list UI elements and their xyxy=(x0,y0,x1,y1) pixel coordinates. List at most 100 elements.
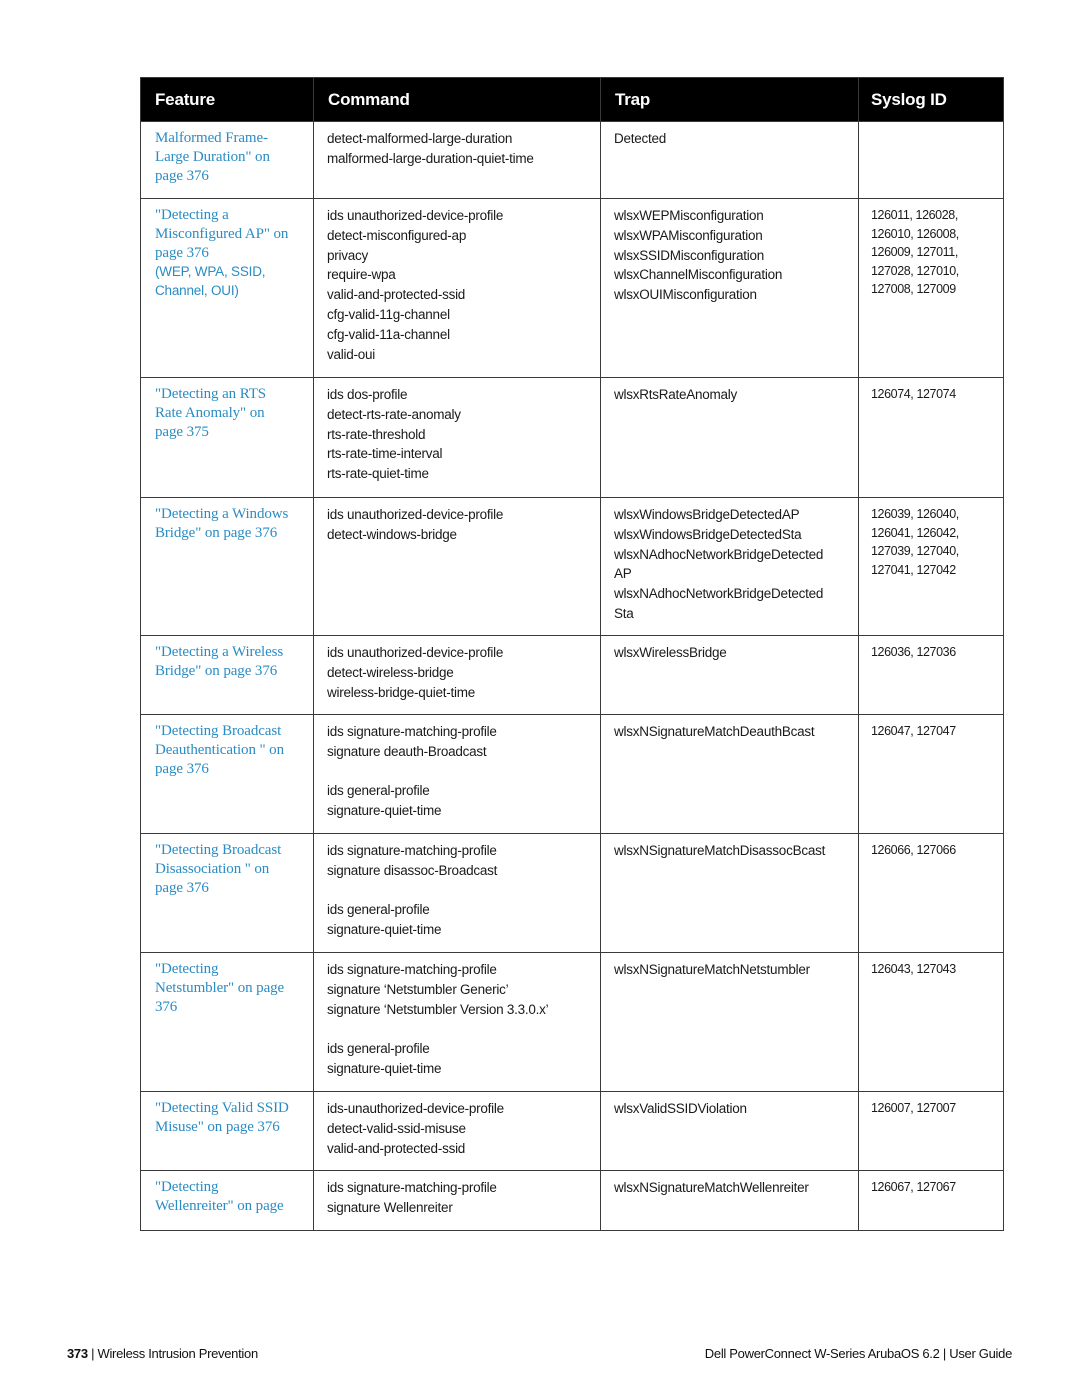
feature-cell: "Detecting a Windows Bridge" on page 376 xyxy=(140,497,314,636)
feature-link[interactable]: "Detecting a Wireless Bridge" on page 376 xyxy=(155,643,307,681)
command-cell: ids signature-matching-profile signature … xyxy=(313,952,601,1092)
feature-link-line: Bridge" on page 376 xyxy=(155,662,278,679)
wip-feature-table: Feature Command Trap Syslog ID Malformed… xyxy=(140,77,1004,1231)
command-line: signature Wellenreiter xyxy=(327,1199,453,1215)
trap-name: wlsxWindowsBridgeDetectedSta xyxy=(614,526,802,542)
trap-cell: wlsxValidSSIDViolation xyxy=(600,1091,859,1171)
feature-link-line: "Detecting an RTS xyxy=(155,386,266,402)
section-title: Wireless Intrusion Prevention xyxy=(97,1346,259,1361)
header-trap: Trap xyxy=(600,77,859,122)
header-syslog-id: Syslog ID xyxy=(858,77,1004,122)
feature-link-line: "Detecting Broadcast xyxy=(155,723,282,739)
command-line xyxy=(327,1019,588,1039)
command-line: signature deauth-Broadcast xyxy=(327,743,487,759)
command-line: valid-and-protected-ssid xyxy=(327,287,466,303)
table-row: "Detecting Wellenreiter" on page ids signa… xyxy=(140,1170,1004,1231)
feature-cell: "Detecting Broadcast Deauthentication " o… xyxy=(140,714,314,834)
feature-cell: Malformed Frame- Large Duration" on page 3… xyxy=(140,121,314,199)
trap-name: wlsxRtsRateAnomaly xyxy=(614,387,738,402)
command-line: privacy xyxy=(327,247,369,263)
trap-cell: wlsxRtsRateAnomaly xyxy=(600,377,859,498)
feature-link-line: "Detecting a Windows xyxy=(155,506,289,522)
command-line: rts-rate-threshold xyxy=(327,426,426,442)
command-line: require-wpa xyxy=(327,267,396,283)
feature-link-line: page 376 xyxy=(155,760,209,777)
command-line: ids signature-matching-profile xyxy=(327,724,497,739)
command-line: ids unauthorized-device-profile xyxy=(327,645,504,660)
syslog-ids: 126043, 127043 xyxy=(871,962,956,976)
feature-link-line: "Detecting Broadcast xyxy=(155,842,282,858)
table-row: "Detecting Broadcast Deauthentication " o… xyxy=(140,714,1004,834)
table-row: "Detecting Netstumbler" on page 376 ids sig… xyxy=(140,952,1004,1092)
feature-cell: "Detecting Broadcast Disassociation " on p… xyxy=(140,833,314,953)
feature-cell: "Detecting a Misconfigured AP" on page 376… xyxy=(140,198,314,378)
feature-link-line: Bridge" on page 376 xyxy=(155,524,278,541)
trap-name: wlsxNSignatureMatchDeauthBcast xyxy=(614,724,815,739)
feature-link-line: "Detecting a Wireless xyxy=(155,644,284,660)
feature-link[interactable]: "Detecting Wellenreiter" on page xyxy=(155,1178,307,1216)
command-line: signature disassoc-Broadcast xyxy=(327,862,498,878)
syslog-cell: 126074, 127074 xyxy=(858,377,1004,498)
command-line: ids-unauthorized-device-profile xyxy=(327,1101,504,1116)
feature-link-line: Disassociation " on xyxy=(155,860,270,877)
syslog-cell: 126067, 127067 xyxy=(858,1170,1004,1231)
feature-link-line: "Detecting xyxy=(155,961,219,977)
command-line: valid-and-protected-ssid xyxy=(327,1140,466,1156)
syslog-ids: 126036, 127036 xyxy=(871,645,956,659)
command-line: ids signature-matching-profile xyxy=(327,1180,497,1195)
command-line: detect-wireless-bridge xyxy=(327,664,454,680)
feature-link-line: "Detecting a xyxy=(155,207,229,223)
command-line: detect-malformed-large-duration xyxy=(327,131,513,146)
feature-link[interactable]: "Detecting Broadcast Deauthentication " o… xyxy=(155,722,307,778)
command-line: signature ‘Netstumbler Version 3.3.0.x’ xyxy=(327,1001,549,1017)
trap-name: wlsxNSignatureMatchWellenreiter xyxy=(614,1180,809,1195)
command-line xyxy=(327,881,588,901)
feature-link[interactable]: "Detecting Broadcast Disassociation " on p… xyxy=(155,841,307,897)
command-line: rts-rate-quiet-time xyxy=(327,466,429,482)
command-line: signature-quiet-time xyxy=(327,1060,442,1076)
command-line: detect-rts-rate-anomaly xyxy=(327,406,461,422)
trap-name: wlsxOUIMisconfiguration xyxy=(614,287,757,303)
command-cell: ids unauthorized-device-profile detect-wi… xyxy=(313,635,601,715)
trap-cell: wlsxWEPMisconfiguration wlsxWPAMisconfigu… xyxy=(600,198,859,378)
trap-name: AP xyxy=(614,566,632,582)
command-cell: ids unauthorized-device-profile detect-wi… xyxy=(313,497,601,636)
syslog-ids: 126009, 127011, xyxy=(871,245,958,260)
feature-link-line: Large Duration" on xyxy=(155,148,270,165)
syslog-ids: 126007, 127007 xyxy=(871,1101,956,1115)
command-line: signature-quiet-time xyxy=(327,803,442,819)
syslog-cell: 126011, 126028, 126010, 126008, 126009, 12… xyxy=(858,198,1004,378)
feature-link[interactable]: "Detecting an RTS Rate Anomaly" on page 37… xyxy=(155,385,307,441)
feature-link-line: "Detecting Valid SSID xyxy=(155,1100,289,1116)
command-line: signature ‘Netstumbler Generic’ xyxy=(327,981,509,997)
trap-name: wlsxWEPMisconfiguration xyxy=(614,208,764,223)
feature-link[interactable]: "Detecting Netstumbler" on page 376 xyxy=(155,960,307,1016)
feature-link[interactable]: "Detecting Valid SSID Misuse" on page 376 xyxy=(155,1099,307,1137)
feature-link[interactable]: "Detecting a Misconfigured AP" on page 376… xyxy=(155,206,307,300)
feature-link-line: page 375 xyxy=(155,423,209,440)
syslog-cell: 126047, 127047 xyxy=(858,714,1004,834)
table-header-row: Feature Command Trap Syslog ID xyxy=(140,77,1004,122)
feature-link[interactable]: "Detecting a Windows Bridge" on page 376 xyxy=(155,505,307,543)
page-number: 373 xyxy=(67,1346,88,1361)
trap-cell: wlsxWirelessBridge xyxy=(600,635,859,715)
command-line: cfg-valid-11a-channel xyxy=(327,326,450,342)
syslog-cell: 126036, 127036 xyxy=(858,635,1004,715)
footer-guide-title: Dell PowerConnect W-Series ArubaOS 6.2 |… xyxy=(704,1346,1013,1361)
command-line: detect-valid-ssid-misuse xyxy=(327,1120,466,1136)
command-cell: ids unauthorized-device-profile detect-mi… xyxy=(313,198,601,378)
command-line: valid-oui xyxy=(327,346,376,362)
feature-link-line: Misuse" on page 376 xyxy=(155,1118,280,1135)
syslog-ids: 127039, 127040, xyxy=(871,544,959,559)
command-line: ids unauthorized-device-profile xyxy=(327,507,504,522)
table-row: "Detecting a Windows Bridge" on page 376 i… xyxy=(140,497,1004,636)
feature-link[interactable]: Malformed Frame- Large Duration" on page 3… xyxy=(155,129,307,185)
table-row: "Detecting Valid SSID Misuse" on page 376… xyxy=(140,1091,1004,1171)
syslog-ids: 127041, 127042 xyxy=(871,562,956,577)
feature-link-line: Netstumbler" on page xyxy=(155,979,285,996)
syslog-ids: 126067, 127067 xyxy=(871,1180,956,1194)
table-row: "Detecting Broadcast Disassociation " on p… xyxy=(140,833,1004,953)
trap-name: wlsxChannelMisconfiguration xyxy=(614,267,783,283)
feature-link-subtitle: Channel, OUI) xyxy=(155,283,239,299)
feature-link-line: page 376 xyxy=(155,879,209,896)
